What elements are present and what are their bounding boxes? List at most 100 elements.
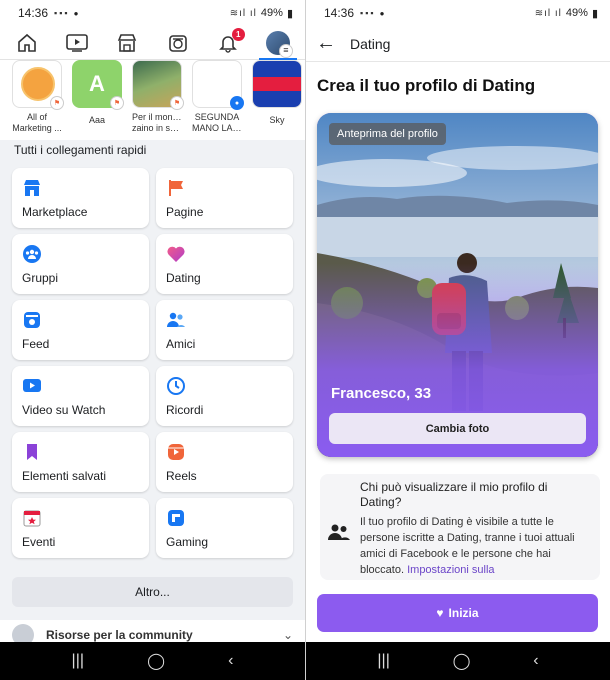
page-title: Dating bbox=[350, 35, 391, 52]
battery-level: 49% bbox=[260, 7, 283, 19]
recent-apps-icon[interactable]: ||| bbox=[377, 652, 389, 670]
calendar-icon bbox=[23, 510, 41, 527]
shortcut-item[interactable]: Sky bbox=[252, 60, 302, 140]
heart-icon bbox=[167, 246, 185, 262]
shortcut-letter: A bbox=[89, 71, 105, 96]
shortcut-label: Sky bbox=[269, 115, 285, 125]
status-bar: 14:36 ▪▪▪ ● ≋ıl ıl 49% ▮ bbox=[0, 0, 305, 26]
status-notification-icons: ▪▪▪ bbox=[360, 8, 376, 18]
back-arrow-icon[interactable]: ← bbox=[316, 32, 336, 55]
home-button-icon[interactable]: ◯ bbox=[453, 651, 471, 671]
community-label: Risorse per la community bbox=[46, 628, 193, 642]
gaming-icon bbox=[168, 510, 184, 526]
marketplace-icon[interactable] bbox=[114, 30, 140, 56]
avatar bbox=[265, 30, 293, 58]
tile-marketplace[interactable]: Marketplace bbox=[12, 168, 149, 228]
tile-label: Eventi bbox=[22, 535, 56, 549]
shortcut-label: All of bbox=[26, 112, 47, 122]
shortcut-item[interactable]: A ⚑ Aaa bbox=[72, 60, 124, 140]
tile-label: Elementi salvati bbox=[22, 469, 107, 483]
people-icon bbox=[328, 524, 350, 540]
privacy-info-box: Chi può visualizzare il mio profilo di D… bbox=[320, 474, 600, 580]
signal-icon: ≋ıl ıl bbox=[534, 7, 562, 19]
video-icon bbox=[23, 379, 41, 392]
tile-feed[interactable]: Feed bbox=[12, 300, 149, 360]
tile-memories[interactable]: Ricordi bbox=[156, 366, 293, 426]
tile-reels[interactable]: Reels bbox=[156, 432, 293, 492]
right-screen: 14:36 ▪▪▪ ● ≋ıl ıl 49% ▮ ← Dating Crea i… bbox=[305, 0, 610, 680]
tile-label: Dating bbox=[166, 271, 201, 285]
profile-menu-tab[interactable] bbox=[258, 30, 297, 61]
dating-header: ← Dating bbox=[306, 26, 610, 62]
bookmark-icon bbox=[27, 444, 37, 460]
system-navigation-bar: ||| ◯ ‹ bbox=[0, 642, 305, 680]
shortcut-item[interactable]: ● SEGUNDA MANO LAS... bbox=[192, 60, 244, 140]
tile-events[interactable]: Eventi bbox=[12, 498, 149, 558]
home-icon[interactable] bbox=[14, 30, 40, 56]
notifications-bell-icon[interactable]: 1 bbox=[215, 27, 245, 56]
status-time: 14:36 bbox=[324, 6, 355, 20]
shortcut-item[interactable]: ⚑ All of Marketing ... bbox=[12, 60, 64, 140]
marketplace-icon bbox=[24, 180, 40, 196]
tile-groups[interactable]: Gruppi bbox=[12, 234, 149, 294]
shortcuts-carousel: ⚑ All of Marketing ... A ⚑ Aaa ⚑ Per il m… bbox=[0, 60, 305, 140]
start-button-label: Inizia bbox=[448, 606, 479, 620]
shortcut-item[interactable]: ⚑ Per il mondo zaino in sp... bbox=[132, 60, 184, 140]
tile-label: Video su Watch bbox=[22, 403, 106, 417]
home-button-icon[interactable]: ◯ bbox=[147, 651, 165, 671]
reels-icon bbox=[168, 444, 184, 460]
tile-label: Ricordi bbox=[166, 403, 204, 417]
signal-icon: ≋ıl ıl bbox=[229, 7, 257, 19]
tile-pages[interactable]: Pagine bbox=[156, 168, 293, 228]
shortcut-label: SEGUNDA bbox=[194, 112, 240, 122]
status-dot-icon: ● bbox=[379, 8, 385, 18]
dating-heading: Crea il tuo profilo di Dating bbox=[317, 76, 536, 95]
tile-watch[interactable]: Video su Watch bbox=[12, 366, 149, 426]
news-feed-icon[interactable] bbox=[165, 30, 191, 56]
video-icon[interactable] bbox=[64, 30, 90, 56]
settings-link[interactable]: Impostazioni sulla bbox=[407, 564, 494, 576]
back-icon[interactable]: ‹ bbox=[533, 652, 538, 670]
shortcut-label: MANO LAS... bbox=[192, 123, 242, 133]
friends-icon bbox=[167, 312, 185, 327]
shortcut-label: zaino in sp... bbox=[132, 123, 182, 133]
shortcut-thumbnail: ⚑ bbox=[132, 60, 184, 110]
page-flag-icon: ⚑ bbox=[170, 96, 184, 110]
tile-label: Gaming bbox=[166, 535, 209, 549]
profile-name: Francesco, 33 bbox=[331, 385, 432, 402]
see-more-button[interactable]: Altro... bbox=[12, 577, 293, 607]
tile-gaming[interactable]: Gaming bbox=[156, 498, 293, 558]
preview-label: Anteprima del profilo bbox=[329, 123, 446, 145]
group-icon: ● bbox=[230, 96, 244, 110]
tile-friends[interactable]: Amici bbox=[156, 300, 293, 360]
status-dot-icon: ● bbox=[73, 8, 79, 18]
shortcut-label: Aaa bbox=[88, 115, 105, 125]
shortcut-thumbnail: ● bbox=[192, 60, 244, 110]
clock-icon bbox=[167, 377, 185, 395]
recent-apps-icon[interactable]: ||| bbox=[72, 652, 84, 670]
shortcut-label: Marketing ... bbox=[12, 123, 62, 133]
profile-preview-card: Anteprima del profilo Francesco, 33 Camb… bbox=[317, 113, 598, 457]
page-flag-icon: ⚑ bbox=[110, 96, 124, 110]
tile-label: Reels bbox=[166, 469, 197, 483]
back-icon[interactable]: ‹ bbox=[228, 652, 233, 670]
battery-icon: ▮ bbox=[286, 7, 293, 20]
tile-label: Pagine bbox=[166, 205, 204, 219]
left-screen: 14:36 ▪▪▪ ● ≋ıl ıl 49% ▮ 1 ≡ ⚑ All of Ma… bbox=[0, 0, 305, 680]
status-notification-icons: ▪▪▪ bbox=[54, 8, 70, 18]
start-button[interactable]: ♥ Inizia bbox=[317, 594, 598, 632]
tile-label: Amici bbox=[166, 337, 196, 351]
shortcut-thumbnail: A ⚑ bbox=[72, 60, 124, 110]
section-title: Tutti i collegamenti rapidi bbox=[14, 143, 147, 157]
tile-dating[interactable]: Dating bbox=[156, 234, 293, 294]
profile-photo bbox=[317, 113, 598, 457]
groups-icon bbox=[23, 245, 41, 263]
chevron-down-icon: ⌄ bbox=[282, 628, 293, 642]
tile-label: Marketplace bbox=[22, 205, 88, 219]
change-photo-button[interactable]: Cambia foto bbox=[329, 413, 586, 444]
tile-saved[interactable]: Elementi salvati bbox=[12, 432, 149, 492]
battery-icon: ▮ bbox=[591, 7, 598, 20]
shortcuts-grid: Marketplace Pagine Gruppi Dating Feed Am… bbox=[12, 168, 293, 558]
flag-icon bbox=[169, 180, 183, 196]
notification-badge: 1 bbox=[231, 27, 245, 41]
